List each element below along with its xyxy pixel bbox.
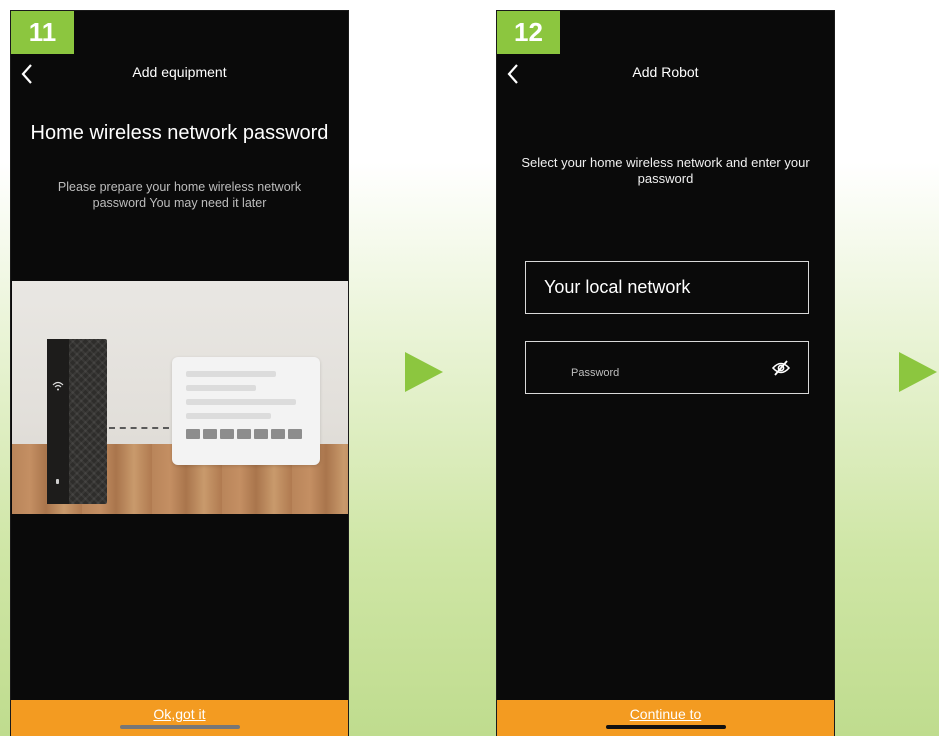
eye-off-icon[interactable] [772,360,790,376]
home-indicator [119,725,240,729]
connection-line [109,427,169,429]
next-arrow-icon [899,352,937,392]
phone-screen-step-11: 11 Add equipment Home wireless network p… [11,11,348,736]
status-led [56,479,59,484]
home-indicator [605,725,726,729]
password-mask [186,429,302,439]
password-card [172,357,320,465]
instruction-text: Select your home wireless network and en… [521,155,810,186]
step-badge: 11 [11,11,74,54]
chevron-left-icon[interactable] [19,63,35,85]
network-select-field[interactable]: Your local network [525,261,809,314]
router-icon [47,339,107,504]
step-badge: 12 [497,11,560,54]
next-arrow-icon [405,352,443,392]
nav-title: Add equipment [132,64,227,80]
password-placeholder: Password [571,367,620,379]
nav-title: Add Robot [632,64,699,80]
chevron-left-icon[interactable] [505,63,521,85]
password-field[interactable]: Password [525,341,809,394]
page-heading: Home wireless network password [30,122,329,144]
router-illustration [12,281,348,514]
continue-button[interactable]: Continue to [497,700,834,736]
ok-got-it-button[interactable]: Ok,got it [11,700,348,736]
phone-screen-step-12: 12 Add Robot Select your home wireless n… [497,11,834,736]
instruction-text: Please prepare your home wireless networ… [57,180,302,210]
wifi-icon [52,381,64,391]
